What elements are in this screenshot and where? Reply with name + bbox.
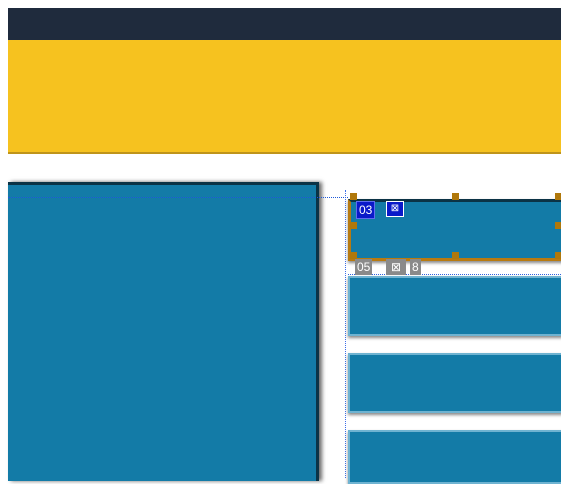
image-icon: ⊠ [386, 201, 404, 217]
element-count-label: 8 [410, 259, 421, 275]
resize-handle-top-right[interactable] [555, 193, 561, 200]
element-id-badge: 03 [356, 201, 376, 219]
guide-line-horizontal [8, 197, 348, 198]
resize-handle-top-left[interactable] [350, 193, 357, 200]
banner-band [8, 40, 561, 154]
guide-line-tile [348, 274, 561, 275]
spacer-band [8, 154, 561, 182]
image-icon: ⊠ [386, 259, 406, 275]
resize-handle-bottom-middle[interactable] [452, 252, 459, 259]
resize-handle-middle-right[interactable] [555, 222, 561, 229]
element-id-label: 05 [355, 259, 373, 275]
main-content-panel[interactable] [8, 182, 319, 481]
resize-handle-top-middle[interactable] [452, 193, 459, 200]
tile-4[interactable] [348, 430, 561, 484]
resize-handle-middle-left[interactable] [350, 222, 357, 229]
tile-3[interactable] [348, 353, 561, 413]
resize-handle-bottom-right[interactable] [555, 252, 561, 259]
resize-handle-bottom-left[interactable] [350, 252, 357, 259]
guide-line-vertical [345, 190, 346, 478]
header-dark-bar [8, 8, 561, 40]
tile-2[interactable] [348, 276, 561, 336]
canvas-left-margin [0, 0, 8, 478]
